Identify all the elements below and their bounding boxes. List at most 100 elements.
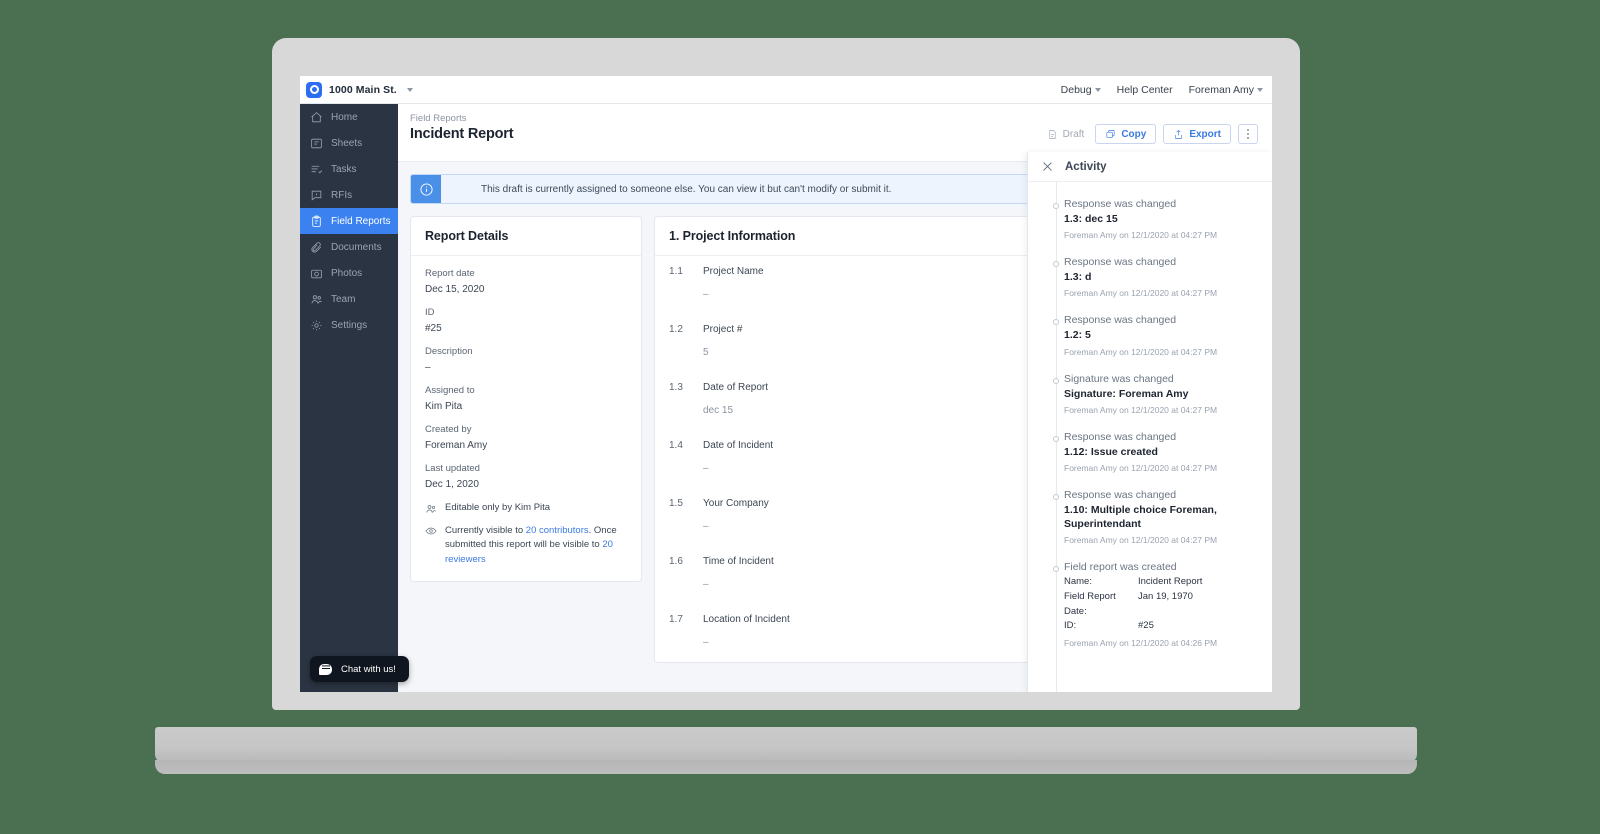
activity-meta: Foreman Amy on 12/1/2020 at 04:27 PM — [1064, 462, 1218, 473]
question-number: 1.7 — [669, 614, 683, 625]
document-icon — [1049, 129, 1056, 139]
field-label: Last updated — [425, 463, 480, 474]
gear-icon — [310, 319, 323, 332]
chat-widget-label: Chat with us! — [341, 663, 396, 675]
sidebar-item-home[interactable]: Home — [300, 104, 398, 130]
timeline-dot-icon — [1053, 261, 1059, 268]
question-label: Project # — [703, 324, 743, 335]
project-switcher[interactable]: 1000 Main St. — [300, 81, 413, 98]
sidebar-item-photos[interactable]: Photos — [300, 260, 398, 286]
question-label: Date of Report — [703, 382, 769, 393]
activity-meta: Foreman Amy on 12/1/2020 at 04:26 PM — [1064, 638, 1218, 649]
rfis-icon — [310, 189, 323, 202]
activity-detail: 1.10: Multiple choice Foreman, Superinte… — [1064, 503, 1217, 531]
more-options-button[interactable] — [1238, 124, 1258, 144]
topbar-link-help-center[interactable]: Help Center — [1117, 84, 1173, 96]
sidebar-item-label: Settings — [331, 319, 368, 331]
close-icon[interactable] — [1042, 161, 1053, 172]
field-label: ID — [425, 307, 435, 318]
question-label: Time of Incident — [703, 556, 774, 567]
report-details-card: Report Details Report date Dec 15, 2020 … — [410, 216, 642, 582]
sidebar-item-sheets[interactable]: Sheets — [300, 130, 398, 156]
report-details-title: Report Details — [425, 229, 509, 243]
activity-action: Response was changed — [1064, 488, 1177, 501]
field-value: Foreman Amy — [425, 440, 488, 451]
topbar-link-user-menu[interactable]: Foreman Amy — [1189, 84, 1263, 96]
people-icon — [426, 505, 437, 513]
activity-action: Response was changed — [1064, 198, 1177, 210]
timeline-dot-icon — [1053, 493, 1059, 500]
kv-key: ID: — [1064, 620, 1077, 632]
sidebar-item-settings[interactable]: Settings — [300, 312, 398, 338]
sidebar-item-label: RFIs — [331, 189, 353, 201]
kebab-menu-icon — [1247, 129, 1249, 139]
question-label: Location of Incident — [703, 614, 790, 625]
activity-detail: 1.3: d — [1064, 271, 1092, 284]
sidebar-item-label: Photos — [331, 267, 363, 279]
activity-panel: Activity Response was changed 1.3: dec 1… — [1027, 152, 1272, 692]
activity-kv-row: Name: Incident Report — [1064, 575, 1258, 590]
field-value: Dec 15, 2020 — [425, 284, 485, 295]
sidebar-item-label: Documents — [331, 241, 382, 253]
eye-icon — [425, 527, 437, 535]
circle-logo-icon — [306, 81, 322, 98]
timeline-dot-icon — [1053, 566, 1059, 573]
copy-button[interactable]: Copy — [1095, 124, 1157, 144]
activity-kv-row: ID: #25 — [1064, 619, 1258, 634]
contributors-link[interactable]: 20 contributors — [526, 525, 589, 536]
app-topbar: 1000 Main St. Debug Help Center Foreman … — [300, 76, 1272, 104]
copy-icon — [1106, 129, 1115, 138]
home-icon — [310, 111, 323, 124]
camera-icon — [310, 267, 323, 280]
kv-value: Jan 19, 1970 — [1138, 590, 1193, 602]
activity-list[interactable]: Response was changed 1.3: dec 15 Foreman… — [1028, 182, 1272, 692]
sheets-icon — [310, 137, 323, 150]
question-label: Project Name — [703, 266, 764, 277]
activity-panel-title: Activity — [1065, 160, 1107, 173]
activity-meta: Foreman Amy on 12/1/2020 at 04:27 PM — [1064, 404, 1218, 415]
breadcrumb[interactable]: Field Reports — [410, 113, 513, 124]
activity-action: Response was changed — [1064, 430, 1177, 443]
field-label: Created by — [425, 424, 472, 435]
sidebar-item-label: Field Reports — [331, 215, 391, 227]
visibility-note-text: Currently visible to 20 contributors. On… — [445, 525, 617, 565]
field-value: #25 — [425, 323, 442, 334]
sidebar-item-documents[interactable]: Documents — [300, 234, 398, 260]
info-icon — [411, 175, 441, 203]
chevron-down-icon — [1257, 87, 1263, 92]
sidebar-item-tasks[interactable]: Tasks — [300, 156, 398, 182]
question-number: 1.2 — [669, 324, 683, 335]
editable-note: Editable only by Kim Pita — [425, 502, 627, 515]
laptop-foot — [155, 760, 1417, 774]
chat-widget-button[interactable]: Chat with us! — [310, 656, 409, 682]
question-number: 1.1 — [669, 266, 683, 277]
activity-detail: 1.3: dec 15 — [1064, 213, 1118, 225]
activity-entry: Response was changed 1.12: Issue created… — [1028, 423, 1272, 481]
question-number: 1.5 — [669, 498, 683, 509]
activity-entry: Response was changed 1.3: d Foreman Amy … — [1028, 248, 1272, 306]
chevron-down-icon — [1094, 87, 1101, 92]
sidebar-item-field-reports[interactable]: Field Reports — [300, 208, 398, 234]
field-value: Kim Pita — [425, 401, 463, 412]
topbar-link-debug[interactable]: Debug — [1061, 84, 1101, 96]
page-title: Incident Report — [410, 126, 514, 142]
chat-bubble-icon — [319, 663, 332, 675]
sidebar-item-rfis[interactable]: RFIs — [300, 182, 398, 208]
activity-meta: Foreman Amy on 12/1/2020 at 04:27 PM — [1064, 535, 1218, 546]
report-details-body: Report date Dec 15, 2020 ID #25 Descript… — [411, 256, 641, 581]
activity-kv-row: Field Report Date: Jan 19, 1970 — [1064, 590, 1258, 619]
paperclip-icon — [310, 241, 323, 254]
export-button[interactable]: Export — [1163, 124, 1231, 144]
editable-note-text: Editable only by Kim Pita — [445, 502, 551, 513]
clipboard-icon — [310, 215, 323, 228]
visibility-note: Currently visible to 20 contributors. On… — [425, 524, 627, 567]
sidebar-item-team[interactable]: Team — [300, 286, 398, 312]
field-label: Report date — [425, 268, 475, 279]
question-number: 1.3 — [669, 382, 683, 393]
activity-action: Response was changed — [1064, 256, 1177, 269]
activity-meta: Foreman Amy on 12/1/2020 at 04:27 PM — [1064, 346, 1218, 357]
sidebar-item-label: Tasks — [331, 163, 357, 175]
topbar-links: Debug Help Center Foreman Amy — [1061, 84, 1272, 96]
field-value: – — [425, 362, 431, 373]
status-badge: Draft — [1042, 124, 1089, 144]
